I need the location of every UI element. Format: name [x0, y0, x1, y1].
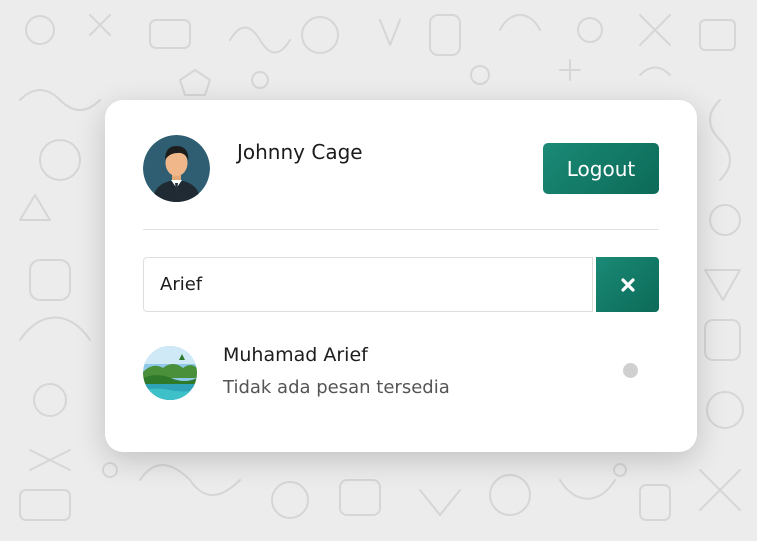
- contact-last-message: Tidak ada pesan tersedia: [223, 377, 450, 398]
- status-indicator: [623, 363, 638, 378]
- search-input[interactable]: [143, 257, 593, 312]
- chat-card: Johnny Cage Logout Muhamad Arief Tidak a…: [105, 100, 697, 452]
- clear-search-button[interactable]: [596, 257, 659, 312]
- logout-button[interactable]: Logout: [543, 143, 659, 194]
- divider: [143, 229, 659, 230]
- contact-list-item[interactable]: Muhamad Arief Tidak ada pesan tersedia: [143, 338, 659, 408]
- close-icon: [620, 277, 635, 292]
- contact-name: Muhamad Arief: [223, 344, 368, 366]
- landscape-avatar-icon: [143, 346, 197, 400]
- user-name: Johnny Cage: [237, 140, 363, 164]
- user-avatar-icon[interactable]: [143, 135, 210, 202]
